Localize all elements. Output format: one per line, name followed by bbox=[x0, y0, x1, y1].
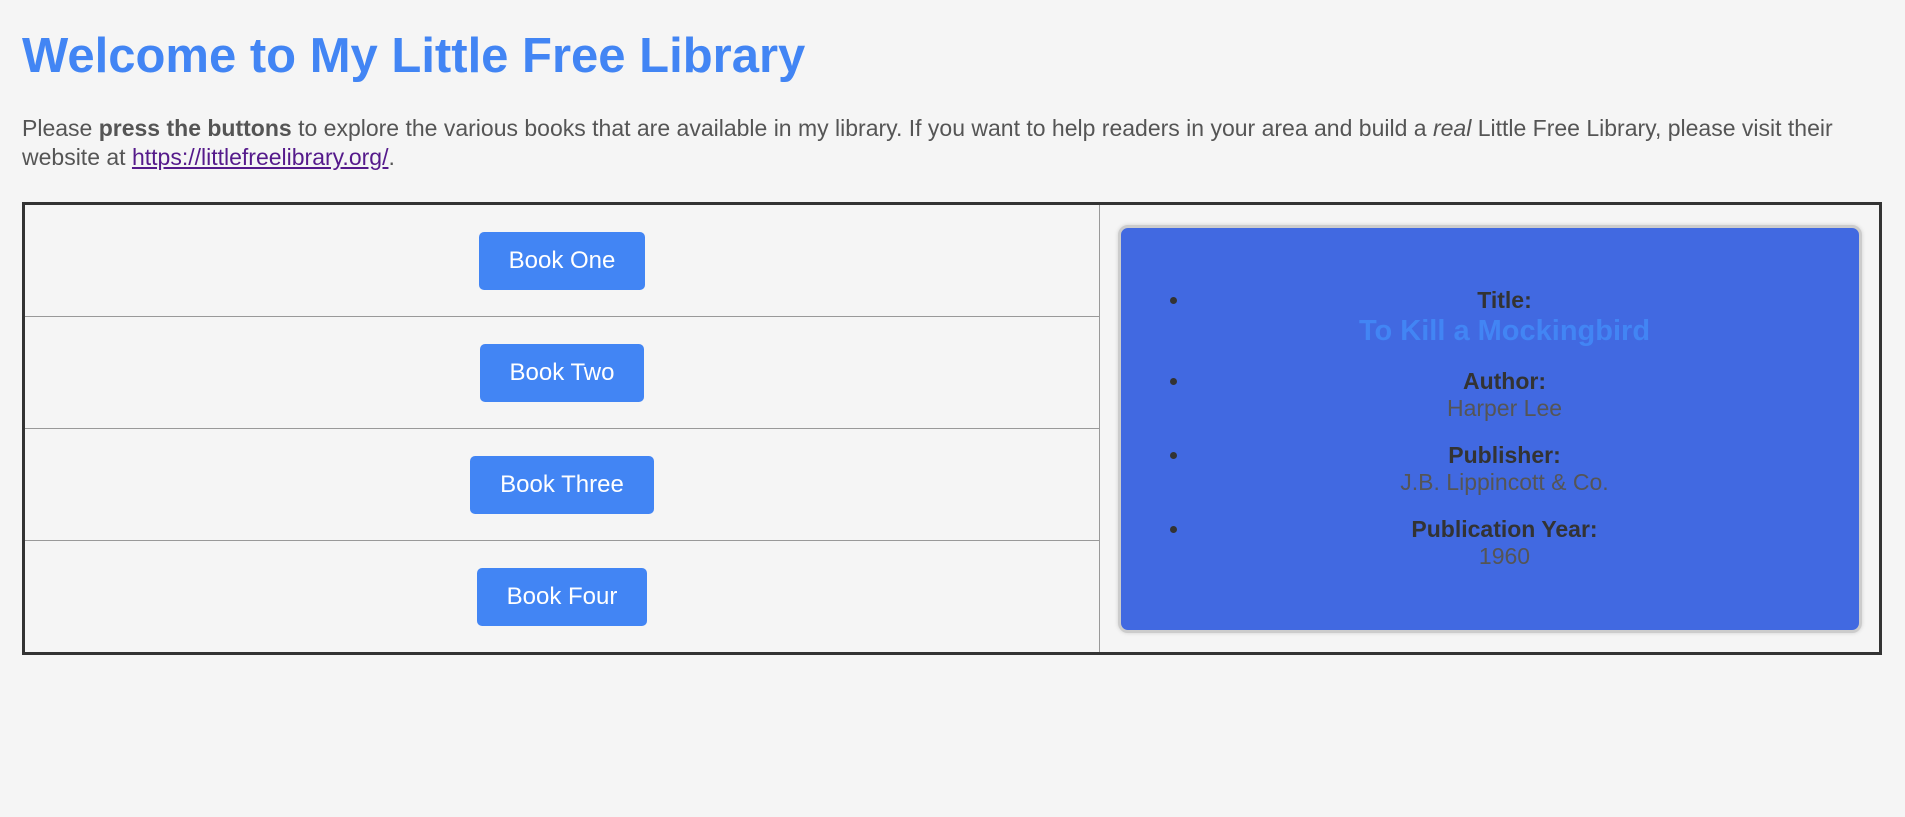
title-value: To Kill a Mockingbird bbox=[1358, 315, 1651, 347]
author-item: Author:Harper Lee bbox=[1191, 368, 1859, 422]
library-website-link[interactable]: https://littlefreelibrary.org/ bbox=[132, 144, 389, 170]
year-value: 1960 bbox=[1478, 543, 1531, 569]
publisher-label: Publisher: bbox=[1448, 442, 1561, 468]
intro-paragraph: Please press the buttons to explore the … bbox=[22, 114, 1882, 172]
intro-text: Please bbox=[22, 115, 99, 141]
intro-bold-text: press the buttons bbox=[98, 115, 292, 141]
book-three-button[interactable]: Book Three bbox=[470, 455, 654, 514]
author-label: Author: bbox=[1462, 368, 1547, 394]
book-one-button[interactable]: Book One bbox=[478, 231, 646, 290]
publisher-item: Publisher:J.B. Lippincott & Co. bbox=[1191, 442, 1859, 496]
button-cell: Book One bbox=[23, 203, 1100, 317]
book-two-button[interactable]: Book Two bbox=[479, 343, 645, 402]
title-item: Title:To Kill a Mockingbird bbox=[1191, 287, 1859, 348]
book-info-card: Title:To Kill a Mockingbird Author:Harpe… bbox=[1117, 224, 1862, 633]
year-label: Publication Year: bbox=[1411, 516, 1598, 542]
intro-italic-text: real bbox=[1432, 115, 1472, 141]
intro-text: to explore the various books that are av… bbox=[291, 115, 1433, 141]
book-four-button[interactable]: Book Four bbox=[476, 567, 648, 626]
button-cell: Book Four bbox=[23, 540, 1100, 654]
book-details-list: Title:To Kill a Mockingbird Author:Harpe… bbox=[1121, 287, 1859, 570]
title-label: Title: bbox=[1477, 287, 1532, 313]
publisher-value: J.B. Lippincott & Co. bbox=[1400, 469, 1609, 495]
intro-text: . bbox=[388, 144, 395, 170]
author-value: Harper Lee bbox=[1446, 395, 1563, 421]
library-table: Book One Title:To Kill a Mockingbird Aut… bbox=[22, 202, 1882, 655]
year-item: Publication Year:1960 bbox=[1191, 516, 1859, 570]
page-title: Welcome to My Little Free Library bbox=[22, 29, 806, 83]
button-cell: Book Two bbox=[23, 316, 1100, 429]
book-info-cell: Title:To Kill a Mockingbird Author:Harpe… bbox=[1099, 203, 1881, 654]
button-cell: Book Three bbox=[23, 428, 1100, 541]
